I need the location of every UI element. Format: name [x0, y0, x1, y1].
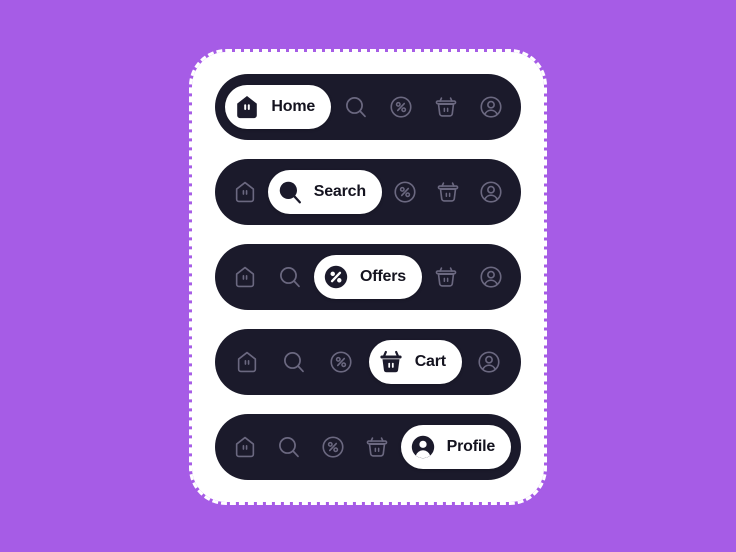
nav-item-cart[interactable]: Cart [357, 425, 397, 469]
search-icon [273, 431, 305, 463]
nav-item-offers[interactable]: Offers [321, 340, 361, 384]
nav-item-cart[interactable]: Cart [428, 170, 468, 214]
nav-item-search[interactable]: Search [270, 255, 310, 299]
person-icon [407, 431, 439, 463]
home-icon [229, 176, 261, 208]
navbar-offers-active: HomeSearch Offers CartProfile [215, 244, 521, 310]
search-icon [340, 91, 372, 123]
percent-icon [325, 346, 357, 378]
person-icon [473, 346, 505, 378]
nav-item-cart[interactable]: Cart [368, 340, 462, 384]
person-icon [475, 261, 507, 293]
nav-item-home[interactable]: Home [227, 340, 267, 384]
nav-item-profile[interactable]: Profile [471, 170, 511, 214]
nav-item-profile[interactable]: Profile [400, 425, 512, 469]
navigation-bar-showcase: HomeSearchOffersCartProfileHomeSearchOff… [189, 49, 547, 505]
basket-icon [375, 346, 407, 378]
home-icon [231, 346, 263, 378]
nav-item-home[interactable]: Home [225, 85, 332, 129]
nav-item-offers[interactable]: Offers [385, 170, 425, 214]
home-icon [231, 91, 263, 123]
nav-item-label: Search [313, 183, 366, 200]
percent-icon [320, 261, 352, 293]
search-icon [274, 176, 306, 208]
percent-icon [317, 431, 349, 463]
navbar-cart-active: HomeSearchOffers Cart Profile [215, 329, 521, 395]
nav-item-label: Home [271, 98, 316, 115]
nav-item-home[interactable]: Home [225, 170, 265, 214]
navbar-search-active: Home Search OffersCartProfile [215, 159, 521, 225]
nav-item-profile[interactable]: Profile [469, 340, 509, 384]
nav-item-profile[interactable]: Profile [471, 85, 511, 129]
nav-item-cart[interactable]: Cart [426, 255, 466, 299]
nav-item-offers[interactable]: Offers [381, 85, 421, 129]
percent-icon [389, 176, 421, 208]
nav-item-profile[interactable]: Profile [471, 255, 511, 299]
basket-icon [432, 176, 464, 208]
nav-item-label: Offers [360, 268, 406, 285]
search-icon [278, 346, 310, 378]
home-icon [229, 261, 261, 293]
nav-item-search[interactable]: Search [274, 340, 314, 384]
home-icon [229, 431, 261, 463]
basket-icon [430, 91, 462, 123]
nav-item-offers[interactable]: Offers [314, 255, 422, 299]
nav-item-offers[interactable]: Offers [313, 425, 353, 469]
nav-item-home[interactable]: Home [225, 255, 265, 299]
nav-item-label: Cart [414, 353, 446, 370]
nav-item-label: Profile [446, 438, 496, 455]
nav-item-home[interactable]: Home [225, 425, 265, 469]
nav-item-search[interactable]: Search [267, 170, 382, 214]
nav-item-cart[interactable]: Cart [426, 85, 466, 129]
person-icon [475, 176, 507, 208]
navbar-profile-active: HomeSearchOffersCart Profile [215, 414, 521, 480]
basket-icon [361, 431, 393, 463]
person-icon [475, 91, 507, 123]
search-icon [274, 261, 306, 293]
navbar-home-active: Home SearchOffersCartProfile [215, 74, 521, 140]
nav-item-search[interactable]: Search [336, 85, 376, 129]
basket-icon [430, 261, 462, 293]
nav-item-search[interactable]: Search [269, 425, 309, 469]
percent-icon [385, 91, 417, 123]
